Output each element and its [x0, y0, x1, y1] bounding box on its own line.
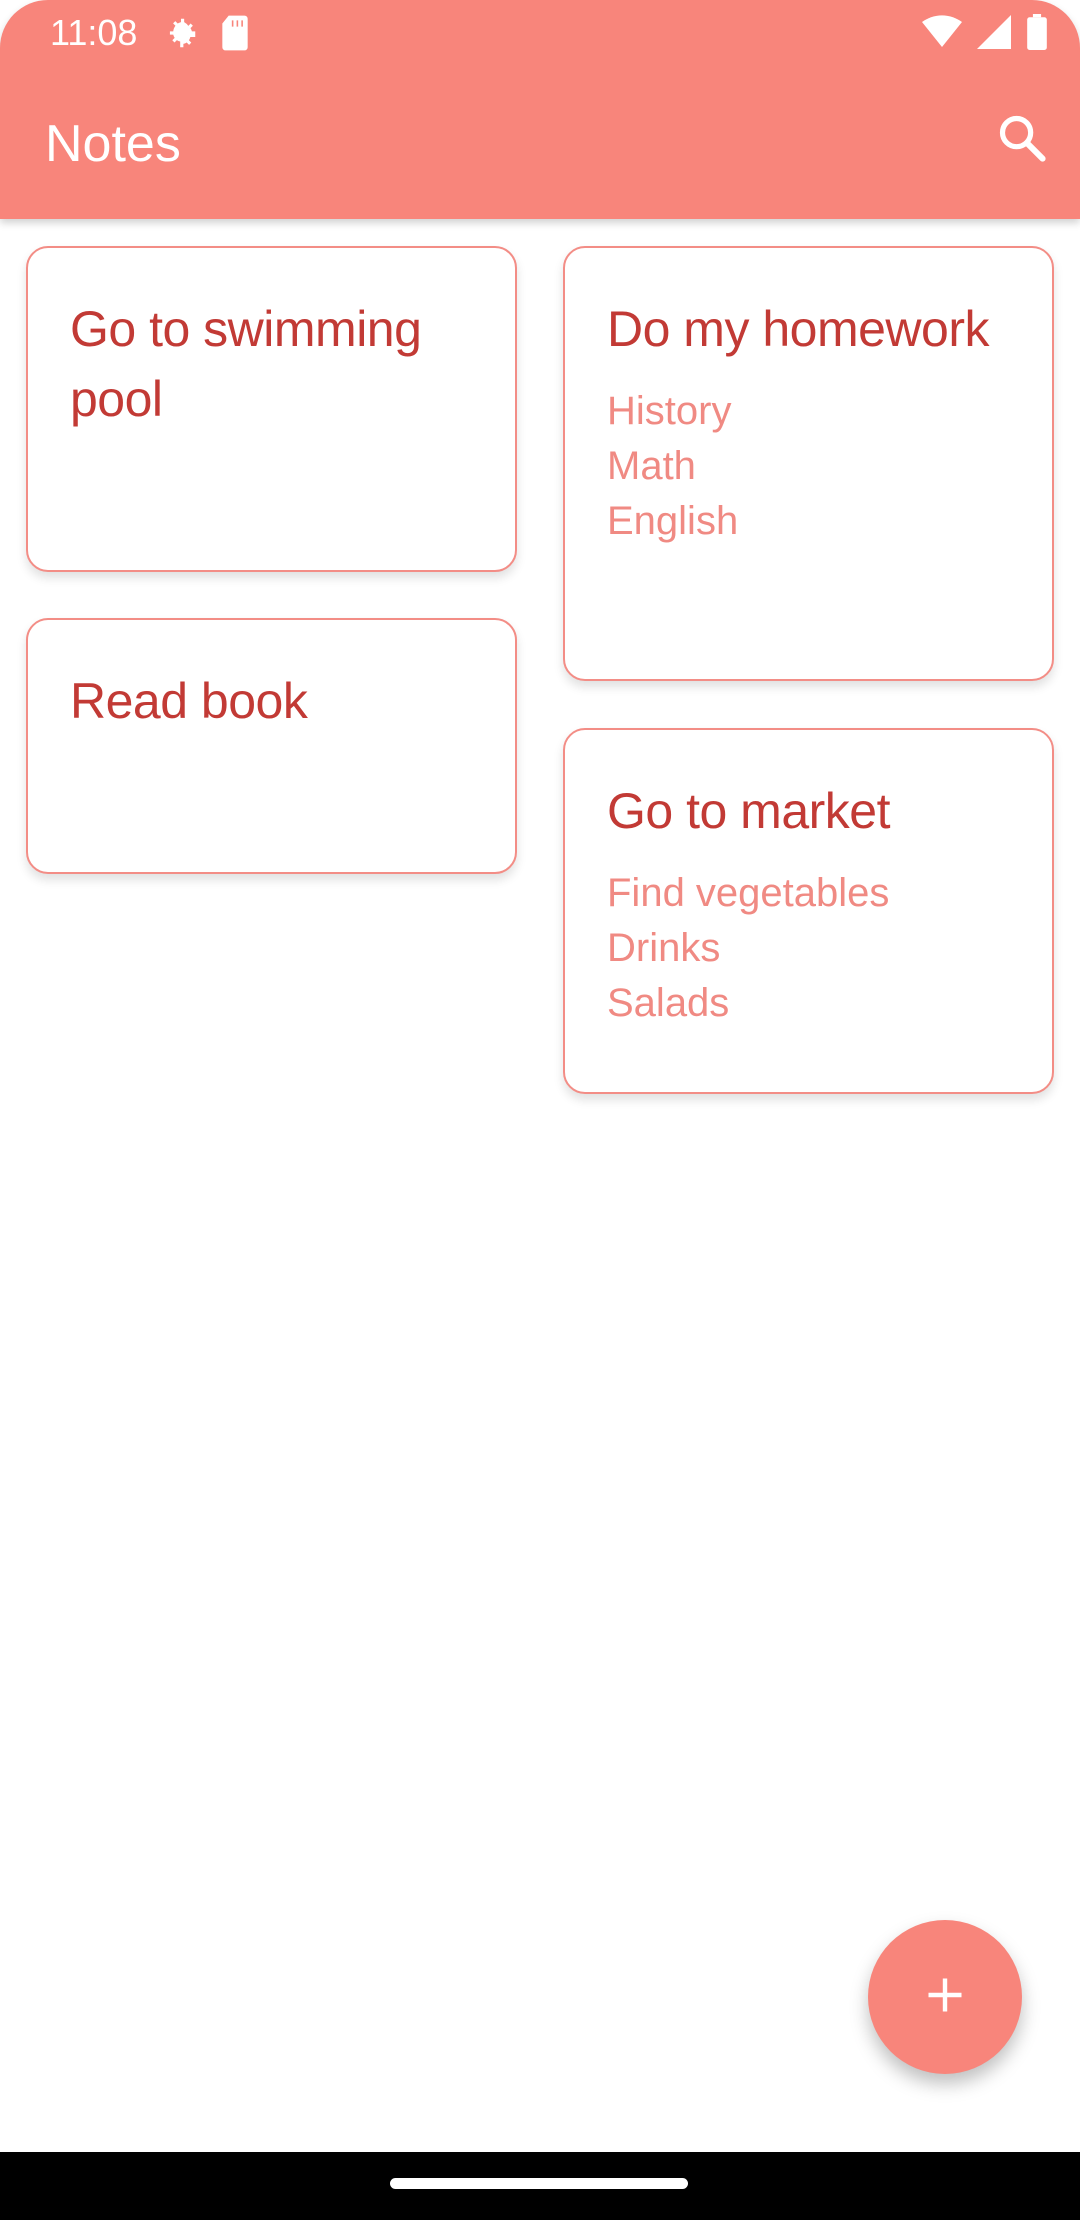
note-line: Salads: [607, 981, 730, 1025]
plus-icon: [923, 1973, 967, 2022]
app-bar: 11:08 Notes: [0, 0, 1080, 219]
note-line: Drinks: [607, 926, 721, 970]
status-time: 11:08: [50, 12, 138, 53]
note-title: Go to swimming pool: [70, 301, 422, 427]
note-title: Go to market: [607, 783, 891, 839]
search-icon: [996, 112, 1048, 169]
navigation-bar: [0, 2152, 1080, 2220]
note-line: Math: [607, 444, 696, 488]
status-bar: 11:08: [0, 0, 1080, 66]
battery-icon: [1026, 14, 1048, 55]
note-card[interactable]: Go to market Find vegetables Drinks Sala…: [563, 728, 1054, 1094]
home-gesture-handle[interactable]: [390, 2178, 688, 2189]
wifi-icon: [922, 15, 962, 54]
add-note-button[interactable]: [868, 1920, 1022, 2074]
note-body: Find vegetables Drinks Salads: [607, 866, 1012, 1031]
page-title: Notes: [45, 115, 181, 173]
search-button[interactable]: [990, 108, 1054, 172]
note-title: Read book: [70, 673, 308, 729]
note-body: History Math English: [607, 384, 1012, 549]
signal-icon: [976, 15, 1012, 54]
note-title: Do my homework: [607, 301, 990, 357]
note-line: English: [607, 499, 739, 543]
note-card[interactable]: Read book: [26, 618, 517, 874]
note-line: History: [607, 389, 732, 433]
note-card[interactable]: Do my homework History Math English: [563, 246, 1054, 681]
settings-gear-icon: [162, 14, 200, 57]
note-line: Find vegetables: [607, 871, 890, 915]
sd-card-icon: [218, 14, 252, 57]
note-card[interactable]: Go to swimming pool: [26, 246, 517, 572]
